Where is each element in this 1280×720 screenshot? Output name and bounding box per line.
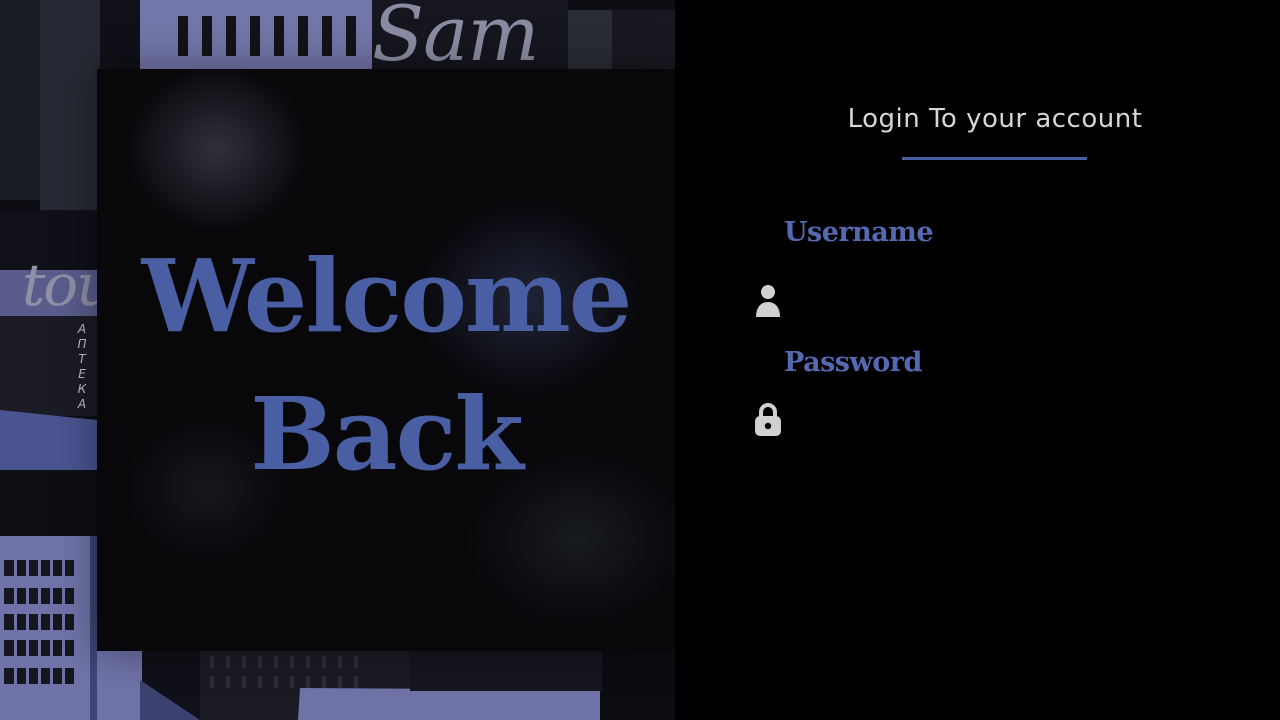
username-input[interactable] (793, 284, 1223, 318)
username-label: Username (784, 217, 934, 248)
welcome-panel: Welcome Back (97, 69, 675, 651)
art-sign-sam: Sam (372, 0, 539, 78)
heading-underline (902, 157, 1087, 160)
welcome-line-1: Welcome (141, 237, 633, 355)
art-sign-apteka: АПТЕКА (77, 322, 87, 411)
login-page: Sam tou АПТЕКА Welcome Back Login To you… (0, 0, 1280, 720)
password-input[interactable] (793, 404, 1223, 438)
welcome-title: Welcome Back (97, 227, 675, 503)
password-label: Password (784, 347, 922, 378)
login-heading: Login To your account (847, 104, 1143, 134)
welcome-line-2: Back (250, 375, 524, 493)
login-panel: Login To your account Username Password (675, 0, 1280, 720)
user-icon (754, 283, 784, 319)
lock-icon (754, 401, 784, 437)
